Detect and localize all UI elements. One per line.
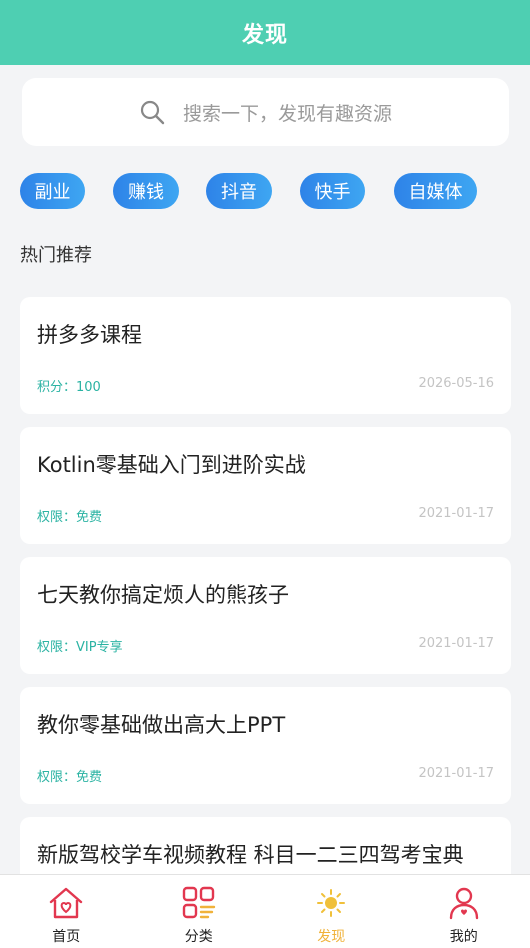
list-item[interactable]: Kotlin零基础入门到进阶实战 权限：免费 2021-01-17 xyxy=(20,427,511,544)
item-title: 七天教你搞定烦人的熊孩子 xyxy=(37,583,289,607)
tag-fuye[interactable]: 副业 xyxy=(20,173,85,209)
item-meta: 权限：免费 xyxy=(37,510,103,525)
tag-zimeiti[interactable]: 自媒体 xyxy=(394,173,477,209)
item-title: Kotlin零基础入门到进阶实战 xyxy=(37,453,306,477)
nav-label: 首页 xyxy=(52,929,81,945)
page-title: 发现 xyxy=(241,22,288,48)
list-item[interactable]: 七天教你搞定烦人的熊孩子 权限：VIP专享 2021-01-17 xyxy=(20,557,511,674)
nav-discover[interactable]: 发现 xyxy=(265,875,398,948)
tag-douyin[interactable]: 抖音 xyxy=(206,173,272,209)
list-item[interactable]: 拼多多课程 积分：100 2026-05-16 xyxy=(20,297,511,414)
search-placeholder: 搜索一下，发现有趣资源 xyxy=(182,102,392,125)
tag-row: 副业 赚钱 抖音 快手 自媒体 xyxy=(20,173,500,211)
discover-sun-icon xyxy=(317,889,346,917)
nav-home[interactable]: 首页 xyxy=(0,875,133,948)
item-meta: 积分：100 xyxy=(37,380,101,395)
bottom-nav: 首页 分类 发现 我的 xyxy=(0,874,530,948)
nav-profile[interactable]: 我的 xyxy=(398,875,530,948)
item-meta: 权限：VIP专享 xyxy=(37,640,123,655)
app-bar: 发现 xyxy=(0,0,530,65)
nav-label: 分类 xyxy=(184,929,213,945)
profile-icon xyxy=(449,887,478,920)
item-title: 拼多多课程 xyxy=(37,323,142,347)
section-title: 热门推荐 xyxy=(20,245,92,266)
category-icon xyxy=(182,886,215,919)
item-meta: 权限：免费 xyxy=(37,770,103,785)
nav-label: 我的 xyxy=(449,929,478,945)
tag-zhuanqian[interactable]: 赚钱 xyxy=(113,173,179,209)
home-icon xyxy=(50,887,83,919)
item-date: 2021-01-17 xyxy=(418,506,494,521)
tag-kuaishou[interactable]: 快手 xyxy=(300,173,365,209)
item-date: 2026-05-16 xyxy=(418,376,494,391)
nav-label: 发现 xyxy=(317,929,346,945)
item-date: 2021-01-17 xyxy=(418,766,494,781)
recommend-list: 拼多多课程 积分：100 2026-05-16 Kotlin零基础入门到进阶实战… xyxy=(20,297,511,947)
nav-category[interactable]: 分类 xyxy=(133,875,266,948)
item-title: 教你零基础做出高大上PPT xyxy=(37,713,286,737)
search-icon xyxy=(140,100,165,125)
item-title: 新版驾校学车视频教程 科目一二三四驾考宝典 xyxy=(37,843,464,867)
item-date: 2021-01-17 xyxy=(418,636,494,651)
list-item[interactable]: 教你零基础做出高大上PPT 权限：免费 2021-01-17 xyxy=(20,687,511,804)
search-input[interactable]: 搜索一下，发现有趣资源 xyxy=(22,78,509,146)
